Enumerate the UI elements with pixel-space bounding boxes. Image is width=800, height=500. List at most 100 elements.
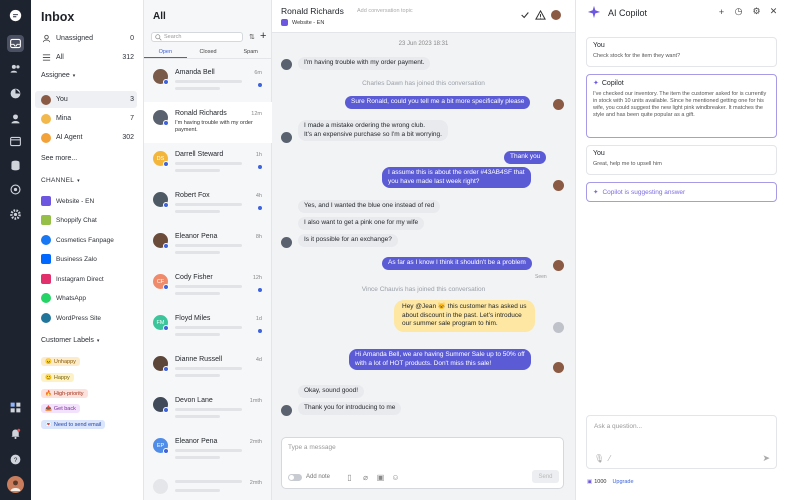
message-composer[interactable]: Type a message Add note ▯ ⌀ ▣ ☺ Send (281, 437, 564, 489)
bookmark-icon[interactable]: ▯ (345, 473, 354, 482)
send-button[interactable]: Send (532, 470, 559, 483)
new-conversation-icon[interactable]: + (260, 30, 266, 42)
preview-placeholder (175, 480, 242, 483)
user-avatar[interactable] (7, 476, 24, 493)
message-bubble: Is it possible for an exchange? (298, 234, 398, 247)
label-tag-send-email[interactable]: 💌 Need to send email (41, 420, 106, 429)
seen-indicator: Seen (535, 274, 547, 280)
warning-icon[interactable] (534, 9, 546, 21)
assignee-item-you[interactable]: You 3 (35, 91, 137, 108)
internal-note-bubble: Hey @Jean 🐱 this customer has asked us a… (394, 300, 535, 332)
chat-logo-icon[interactable] (7, 7, 24, 24)
customer-labels-title[interactable]: Customer Labels ▾ (41, 337, 99, 344)
conversation-item[interactable]: Ronald Richards 12m I'm having trouble wit… (144, 102, 272, 143)
channel-item-wordpress[interactable]: WordPress Site (41, 312, 101, 324)
customer-labels-label: Customer Labels (41, 337, 94, 344)
sparkle-icon: ✦ (593, 80, 599, 87)
image-icon[interactable]: ▣ (376, 473, 385, 482)
apps-icon[interactable] (7, 399, 24, 416)
gear-icon[interactable]: ⚙ (751, 6, 762, 17)
assignee-avatar[interactable] (551, 10, 561, 20)
conversation-item[interactable]: Devon Lane 1mth (144, 389, 272, 430)
conversation-item[interactable]: Dianne Russell 4d (144, 348, 272, 389)
conversation-item[interactable]: Amanda Bell 6m (144, 61, 272, 102)
channel-item-website[interactable]: Website - EN (41, 195, 94, 207)
conversation-item[interactable]: EP Eleanor Pena 2mth (144, 430, 272, 471)
conversation-topic-input[interactable]: Add conversation topic (357, 8, 413, 14)
see-more-link[interactable]: See more... (41, 155, 77, 162)
help-icon[interactable]: ? (7, 451, 24, 468)
conversation-item[interactable]: FM Floyd Miles 1d (144, 307, 272, 348)
conversation-name: Amanda Bell (175, 69, 215, 76)
sort-icon[interactable]: ⇅ (249, 33, 255, 41)
conversation-name: Dianne Russell (175, 356, 223, 363)
agent-icon[interactable] (7, 110, 24, 127)
label-text: Happy (53, 374, 70, 381)
message-input[interactable]: Type a message (288, 444, 336, 451)
label-tag-high-priority[interactable]: 🔥 High-priority (41, 389, 88, 398)
tab-closed[interactable]: Closed (187, 46, 230, 58)
copilot-message-user: You Check stock for the item they want? (586, 37, 777, 67)
message-author: Copilot (601, 79, 624, 87)
status-tabs: Open Closed Spam (144, 46, 272, 59)
channel-name: Cosmetics Fanpage (56, 236, 114, 244)
channel-item-fanpage[interactable]: Cosmetics Fanpage (41, 234, 114, 246)
inbox-item-all[interactable]: All 312 (35, 49, 137, 66)
upgrade-link[interactable]: Upgrade (612, 479, 633, 485)
channel-item-zalo[interactable]: Business Zalo (41, 253, 97, 265)
app-window: ? Inbox Unassigned 0 All 312 Assignee ▾ Y… (0, 0, 800, 500)
unread-indicator (258, 83, 262, 87)
label-tag-unhappy[interactable]: 😠 Unhappy (41, 357, 80, 366)
resolve-check-icon[interactable] (519, 9, 531, 21)
send-icon[interactable]: ➤ (762, 453, 770, 464)
emoji-icon[interactable]: ☺ (391, 473, 400, 482)
integrations-icon[interactable] (7, 181, 24, 198)
sparkle-icon (587, 5, 601, 19)
assignee-label: AI Agent (56, 134, 83, 141)
inbox-icon[interactable] (7, 35, 24, 52)
instagram-icon (41, 274, 51, 284)
unhappy-emoji-icon: 😠 (45, 358, 52, 365)
preview-placeholder (175, 326, 242, 329)
attachment-icon[interactable]: ⌀ (361, 473, 370, 482)
assignee-item-ai-agent[interactable]: AI Agent 302 (35, 129, 137, 146)
contacts-icon[interactable] (7, 60, 24, 77)
database-icon[interactable] (7, 157, 24, 174)
copilot-message-user: You Great, help me to upsell him (586, 145, 777, 175)
conversation-item[interactable]: Robert Fox 4h (144, 184, 272, 225)
conversation-item[interactable]: DS Darrell Steward 1h (144, 143, 272, 184)
magic-wand-icon[interactable]: ⁄ (609, 454, 610, 463)
channel-indicator-icon (163, 407, 169, 413)
channel-indicator-icon (163, 243, 169, 249)
avatar (553, 322, 564, 333)
assignee-item-mina[interactable]: Mina 7 (35, 110, 137, 127)
label-tag-happy[interactable]: 😊 Happy (41, 373, 74, 382)
notification-icon[interactable] (7, 425, 24, 442)
tab-open[interactable]: Open (144, 46, 187, 58)
contact-name[interactable]: Ronald Richards (281, 6, 344, 16)
search-input[interactable]: Search (151, 32, 243, 42)
conversation-item[interactable]: Eleanor Pena 8h (144, 225, 272, 266)
channel-item-whatsapp[interactable]: WhatsApp (41, 292, 86, 304)
inbox-item-unassigned[interactable]: Unassigned 0 (35, 30, 137, 47)
close-icon[interactable]: ✕ (768, 6, 779, 17)
microphone-icon[interactable]: 🎙 (594, 454, 604, 463)
conversation-item[interactable]: CF Cody Fisher 12h (144, 266, 272, 307)
assignee-section-title[interactable]: Assignee ▾ (41, 72, 75, 79)
history-icon[interactable]: ◷ (733, 6, 744, 17)
unread-indicator (258, 206, 262, 210)
channel-item-shopify[interactable]: Shoppify Chat (41, 214, 97, 226)
channel-item-instagram[interactable]: Instagram Direct (41, 273, 104, 285)
campaign-icon[interactable] (7, 133, 24, 150)
tab-spam[interactable]: Spam (229, 46, 272, 58)
reports-icon[interactable] (7, 85, 24, 102)
label-tag-get-back[interactable]: 📤 Get back (41, 404, 80, 413)
inbox-item-count: 0 (130, 35, 134, 42)
conversation-item[interactable]: 2mth (144, 471, 272, 500)
inbox-item-label: Unassigned (56, 35, 93, 42)
settings-icon[interactable] (7, 206, 24, 223)
channel-section-title[interactable]: CHANNEL ▾ (41, 177, 80, 184)
copilot-question-input[interactable]: Ask a question... 🎙 ⁄ ➤ (586, 415, 777, 469)
add-note-toggle[interactable] (288, 474, 302, 481)
add-icon[interactable]: + (716, 6, 727, 17)
